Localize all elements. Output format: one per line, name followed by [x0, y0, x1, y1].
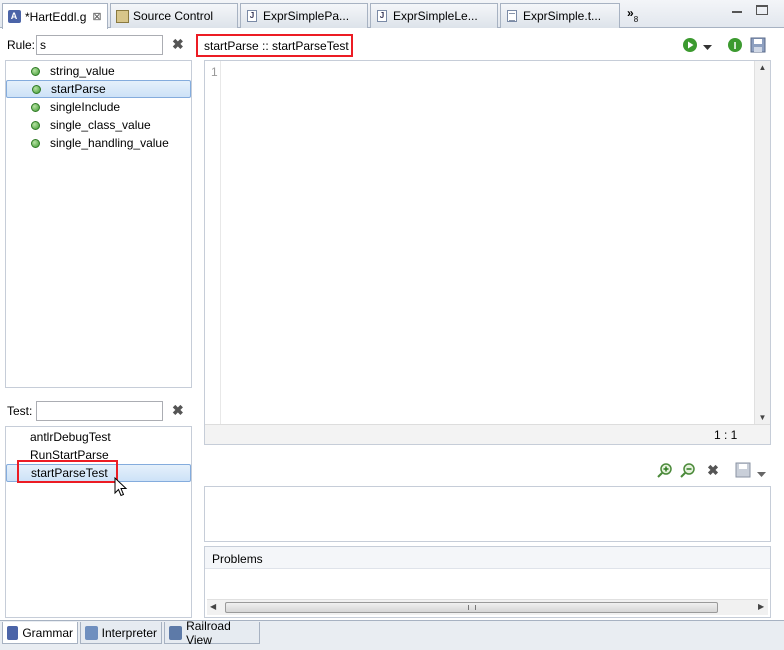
svg-text:I: I — [734, 41, 737, 52]
tab-interpreter[interactable]: Interpreter — [80, 622, 162, 644]
railroad-icon — [169, 625, 183, 640]
scroll-up-icon: ▲ — [758, 63, 767, 72]
test-input-editor[interactable]: 1 ▲ ▼ 1 : 1 — [204, 60, 771, 445]
vertical-scrollbar[interactable]: ▲ ▼ — [754, 61, 770, 424]
rule-dot-icon — [31, 102, 40, 112]
close-icon: ✖ — [707, 461, 719, 478]
test-list: antlrDebugTest RunStartParse startParseT… — [5, 426, 192, 618]
tab-overflow-button[interactable]: »8 — [627, 6, 638, 24]
line-number-gutter: 1 — [205, 61, 221, 424]
maximize-button[interactable] — [756, 5, 768, 15]
list-item[interactable]: antlrDebugTest — [30, 428, 111, 446]
parse-result-pane — [204, 486, 771, 542]
rule-dot-icon — [31, 138, 40, 148]
run-icon — [683, 38, 697, 52]
save-icon — [750, 37, 766, 53]
problems-title: Problems — [212, 552, 263, 566]
rule-label: Rule: — [7, 38, 36, 52]
expand-all-button[interactable] — [656, 461, 674, 479]
source-control-icon — [115, 9, 129, 23]
cursor-position: 1 : 1 — [714, 428, 738, 442]
test-filter-input[interactable] — [36, 401, 163, 421]
minimize-button[interactable] — [732, 4, 746, 16]
zoom-out-icon — [680, 463, 695, 478]
tab-railroad-view[interactable]: Railroad View — [164, 618, 260, 647]
list-item[interactable]: string_value — [6, 62, 191, 80]
grammar-icon — [7, 625, 19, 640]
editor-status-bar: 1 : 1 — [205, 424, 770, 444]
overflow-count: 8 — [633, 15, 639, 24]
test-label: Test: — [7, 404, 33, 418]
problems-pane: Problems ◀ ▶ — [204, 546, 771, 618]
java-file-icon: J — [375, 9, 389, 23]
run-button[interactable] — [681, 36, 699, 54]
java-file-icon: J — [245, 9, 259, 23]
list-item[interactable]: single_handling_value — [6, 134, 191, 152]
export-dropdown-button[interactable] — [757, 467, 766, 481]
interpreter-tab-icon — [85, 625, 98, 640]
interpreter-icon: I — [728, 38, 742, 52]
tab-exprsimple-tokens[interactable]: ExprSimple.t... — [500, 3, 620, 28]
rule-dot-icon — [31, 120, 40, 130]
header-title-box: startParse :: startParseTest — [196, 34, 353, 57]
chevron-down-icon — [703, 45, 712, 50]
chevron-down-icon — [757, 472, 766, 477]
editor-tab-bar: A *HartEddl.g ⊠ Source Control J ExprSim… — [0, 0, 784, 29]
interpreter-button[interactable]: I — [726, 36, 744, 54]
rule-dot-icon — [32, 84, 41, 94]
bottom-tab-bar: Grammar Interpreter Railroad View — [0, 618, 784, 650]
grip-icon — [467, 605, 476, 610]
clear-results-button[interactable]: ✖ — [704, 461, 722, 479]
save-button[interactable] — [749, 36, 767, 54]
tab-label: Railroad View — [186, 618, 231, 647]
clear-rule-filter-button[interactable]: ✖ — [172, 36, 184, 53]
close-icon[interactable]: ⊠ — [92, 10, 101, 23]
zoom-in-icon — [657, 463, 672, 478]
tab-exprsimplelexer[interactable]: J ExprSimpleLe... — [370, 3, 498, 28]
tab-label: *HartEddl.g — [25, 9, 87, 24]
save-icon — [735, 462, 751, 478]
rule-list: string_value startParse singleInclude si… — [5, 60, 192, 388]
tab-label: ExprSimpleLe... — [393, 9, 478, 23]
tab-label: ExprSimplePa... — [263, 9, 350, 23]
close-icon: ✖ — [172, 402, 184, 418]
rule-name: singleInclude — [50, 100, 121, 114]
list-item[interactable]: singleInclude — [6, 98, 191, 116]
tab-source-control[interactable]: Source Control — [110, 3, 238, 28]
rule-name: string_value — [50, 64, 115, 78]
clear-test-filter-button[interactable]: ✖ — [172, 402, 184, 419]
mouse-cursor-icon — [114, 477, 128, 497]
rule-dot-icon — [31, 66, 40, 76]
scrollbar-thumb[interactable] — [225, 602, 718, 613]
rule-name: single_class_value — [50, 118, 151, 132]
rule-name: single_handling_value — [50, 136, 169, 150]
text-file-icon — [505, 9, 519, 23]
close-icon: ✖ — [172, 36, 184, 52]
page-title: startParse :: startParseTest — [204, 38, 349, 53]
rule-name: startParse — [51, 82, 106, 96]
tab-label: Grammar — [22, 625, 73, 640]
highlight-box — [17, 460, 118, 483]
rule-filter-input[interactable]: s — [36, 35, 163, 55]
horizontal-scrollbar[interactable]: ◀ ▶ — [207, 599, 768, 615]
scroll-right-icon: ▶ — [758, 602, 765, 611]
line-number: 1 — [211, 65, 218, 79]
scroll-down-icon: ▼ — [758, 413, 767, 422]
list-item[interactable]: single_class_value — [6, 116, 191, 134]
tab-grammar[interactable]: Grammar — [2, 622, 78, 644]
run-dropdown-button[interactable] — [703, 40, 712, 54]
tab-label: Source Control — [133, 9, 214, 23]
antlr-grammar-icon: A — [7, 10, 21, 24]
minimize-icon — [732, 11, 742, 13]
list-item-selected[interactable]: startParse — [6, 80, 191, 98]
tab-label: Interpreter — [101, 625, 157, 640]
chevron-right-icon: » — [627, 6, 634, 20]
collapse-all-button[interactable] — [679, 461, 697, 479]
scroll-left-icon: ◀ — [210, 602, 217, 611]
tab-exprsimpleparser[interactable]: J ExprSimplePa... — [240, 3, 368, 28]
export-button[interactable] — [734, 461, 752, 479]
tab-harteddl[interactable]: A *HartEddl.g ⊠ — [2, 3, 108, 29]
problems-header: Problems — [205, 547, 770, 569]
tab-label: ExprSimple.t... — [523, 9, 602, 23]
